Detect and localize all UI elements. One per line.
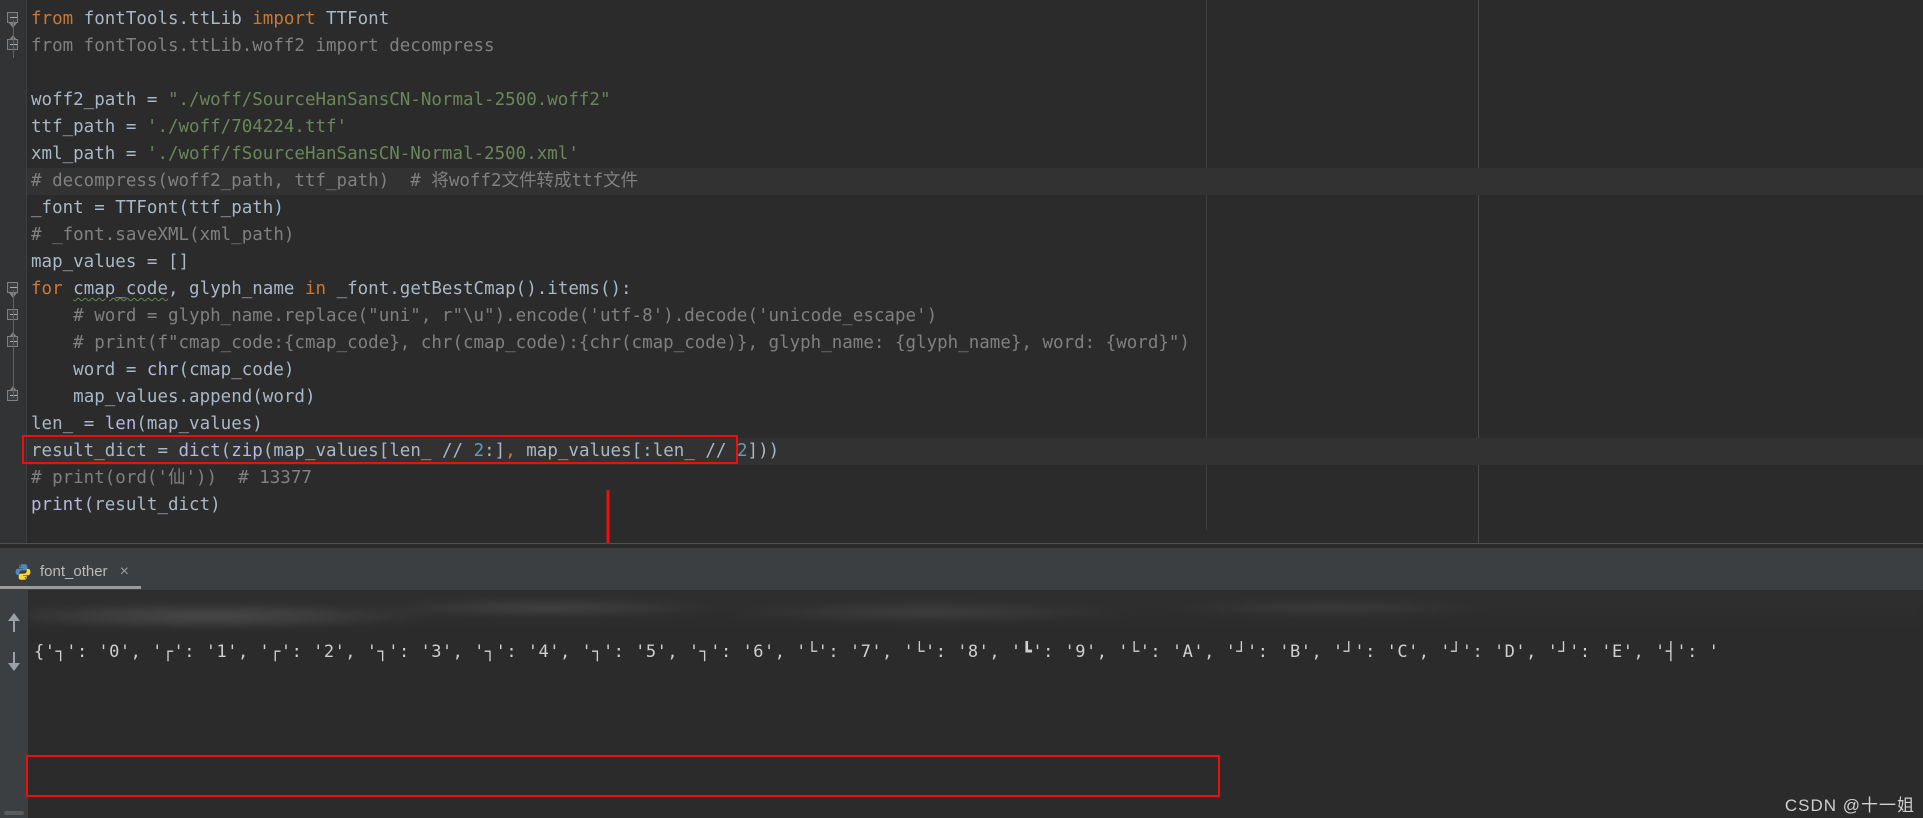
code-token: # print(ord('仙')) # 13377 xyxy=(31,468,312,488)
code-line[interactable]: _font = TTFont(ttf_path) xyxy=(27,195,284,222)
code-token: map_values.append(word) xyxy=(73,387,316,407)
code-line[interactable]: # decompress(woff2_path, ttf_path) # 将wo… xyxy=(27,168,1923,195)
code-token: // xyxy=(705,441,737,461)
code-token: xml_path xyxy=(31,144,126,164)
code-token: // xyxy=(441,441,474,461)
watermark-text: CSDN @十一姐 xyxy=(1784,796,1915,815)
code-token: # word = glyph_name.replace("uni", r"\u"… xyxy=(73,306,938,326)
scroll-down-icon[interactable] xyxy=(5,650,23,671)
code-token: = xyxy=(83,414,105,434)
code-token: print xyxy=(31,495,84,515)
code-token: 2 xyxy=(737,441,748,461)
code-token: :] xyxy=(484,441,506,461)
code-token: woff2_path xyxy=(31,90,147,110)
code-line[interactable]: # print(f"cmap_code:{cmap_code}, chr(cma… xyxy=(27,330,1190,357)
code-token: import xyxy=(252,9,327,29)
code-token: map_values[:len_ xyxy=(515,441,706,461)
code-token: from xyxy=(31,9,84,29)
fold-connector xyxy=(13,20,14,58)
code-token: _font.getBestCmap().items(): xyxy=(336,279,632,299)
code-token: word xyxy=(73,360,126,380)
code-token: # decompress(woff2_path, ttf_path) # 将wo… xyxy=(31,171,639,191)
code-token: "./woff/SourceHanSansCN-Normal-2500.woff… xyxy=(167,90,611,110)
code-token: ttf_path xyxy=(31,117,126,137)
tab-label: font_other xyxy=(40,563,108,580)
code-token: [] xyxy=(167,252,190,272)
code-token: for xyxy=(31,279,74,299)
code-token: ( xyxy=(220,441,232,461)
code-token: (ttf_path) xyxy=(178,198,284,218)
code-line[interactable]: map_values = [] xyxy=(27,249,189,276)
console-output-area[interactable]: {'┐': '0', '┌': '1', '┌': '2', '┐': '3',… xyxy=(28,590,1923,818)
fold-connector xyxy=(13,290,14,398)
code-token: TTFont xyxy=(115,198,179,218)
code-line[interactable]: ttf_path = './woff/704224.ttf' xyxy=(27,114,347,141)
code-token: = xyxy=(157,441,179,461)
code-token: , glyph_name xyxy=(167,279,305,299)
code-token: , xyxy=(505,441,516,461)
code-line[interactable]: map_values.append(word) xyxy=(27,384,315,411)
code-token: = xyxy=(125,144,147,164)
tab-font-other[interactable]: font_other × xyxy=(0,554,141,589)
horizontal-scrollbar[interactable] xyxy=(4,811,24,815)
code-token: map_values xyxy=(31,252,147,272)
ide-window: from fontTools.ttLib import TTFont from f… xyxy=(0,0,1923,818)
code-line[interactable]: len_ = len(map_values) xyxy=(27,411,263,438)
console-dict-output: {'┐': '0', '┌': '1', '┌': '2', '┐': '3',… xyxy=(34,642,1720,662)
code-line[interactable]: result_dict = dict(zip(map_values[len_ /… xyxy=(27,438,1923,465)
scroll-up-icon[interactable] xyxy=(5,612,23,632)
code-token: in xyxy=(304,279,337,299)
code-token: = xyxy=(146,252,168,272)
code-token: = xyxy=(94,198,116,218)
code-token: result_dict xyxy=(31,441,158,461)
code-token: (cmap_code) xyxy=(178,360,295,380)
code-line[interactable]: from fontTools.ttLib import TTFont xyxy=(27,6,389,33)
code-line[interactable]: word = chr(cmap_code) xyxy=(27,357,294,384)
code-token: './woff/fSourceHanSansCN-Normal-2500.xml… xyxy=(146,144,579,164)
code-token: len xyxy=(104,414,137,434)
code-token: './woff/704224.ttf' xyxy=(146,117,348,137)
code-token: dict xyxy=(178,441,221,461)
tab-active-indicator xyxy=(0,586,141,589)
code-token: (map_values[len_ xyxy=(262,441,442,461)
code-line[interactable]: from fontTools.ttLib.woff2 import decomp… xyxy=(27,33,495,60)
python-icon xyxy=(14,563,32,581)
close-icon[interactable]: × xyxy=(120,563,129,580)
code-token: # print(f"cmap_code:{cmap_code}, chr(cma… xyxy=(73,333,1190,353)
code-token: 2 xyxy=(473,441,485,461)
code-line[interactable]: # word = glyph_name.replace("uni", r"\u"… xyxy=(27,303,937,330)
code-token: = xyxy=(125,360,147,380)
run-tab-bar: font_other × xyxy=(0,554,1923,589)
code-token: = xyxy=(125,117,147,137)
code-token: (map_values) xyxy=(136,414,263,434)
code-token: fontTools.ttLib xyxy=(83,9,253,29)
code-token: ])) xyxy=(747,441,780,461)
code-token: _font xyxy=(31,198,95,218)
code-token: from fontTools.ttLib.woff2 import decomp… xyxy=(31,36,495,56)
code-token: # _font.saveXML(xml_path) xyxy=(31,225,295,245)
code-line[interactable]: # print(ord('仙')) # 13377 xyxy=(27,465,312,492)
code-token: cmap_code xyxy=(73,279,168,299)
code-line[interactable]: woff2_path = "./woff/SourceHanSansCN-Nor… xyxy=(27,87,611,114)
code-line[interactable] xyxy=(27,60,31,87)
panel-top-edge xyxy=(0,544,1923,548)
code-token: zip xyxy=(231,441,263,461)
code-token: = xyxy=(146,90,168,110)
console-toolbar xyxy=(0,590,28,818)
code-token: len_ xyxy=(31,414,84,434)
blurred-output-region xyxy=(28,590,1923,634)
code-token: chr xyxy=(146,360,179,380)
run-panel: font_other × {'┐': '0', '┌': '1', '┌': '… xyxy=(0,543,1923,818)
code-token: TTFont xyxy=(326,9,390,29)
code-line[interactable]: xml_path = './woff/fSourceHanSansCN-Norm… xyxy=(27,141,579,168)
code-line[interactable]: # _font.saveXML(xml_path) xyxy=(27,222,294,249)
code-token: (result_dict) xyxy=(83,495,221,515)
code-line[interactable]: for cmap_code, glyph_name in _font.getBe… xyxy=(27,276,632,303)
code-line[interactable]: print(result_dict) xyxy=(27,492,221,519)
